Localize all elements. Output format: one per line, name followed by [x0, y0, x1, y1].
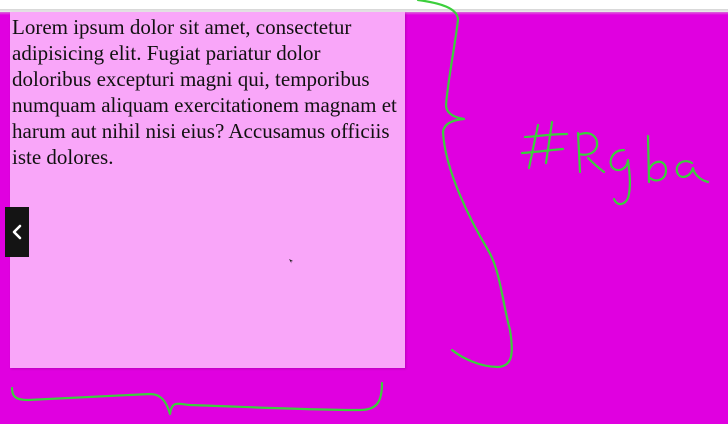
screen: Lorem ipsum dolor sit amet, consectetur …	[0, 0, 728, 424]
mouse-cursor-icon	[289, 259, 293, 264]
chevron-left-icon	[12, 224, 22, 240]
lorem-paragraph: Lorem ipsum dolor sit amet, consectetur …	[12, 15, 397, 169]
back-button[interactable]	[5, 207, 29, 257]
